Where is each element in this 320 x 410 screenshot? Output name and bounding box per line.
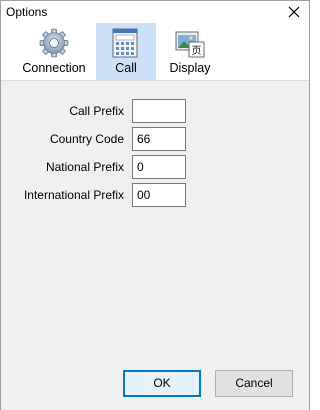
- country-code-row: Country Code: [1, 127, 309, 151]
- international-prefix-row: International Prefix: [1, 183, 309, 207]
- cancel-button[interactable]: Cancel: [215, 370, 293, 397]
- calculator-icon: [112, 28, 138, 58]
- tab-call[interactable]: Call: [96, 23, 156, 80]
- title-bar: Options: [1, 1, 309, 23]
- national-prefix-label: National Prefix: [45, 160, 124, 174]
- national-prefix-input[interactable]: [132, 155, 186, 179]
- call-prefix-row: Call Prefix: [1, 99, 309, 123]
- call-prefix-input[interactable]: [132, 99, 186, 123]
- tab-label: Display: [169, 61, 211, 75]
- tab-display[interactable]: 页 Display: [160, 23, 220, 80]
- international-prefix-input[interactable]: [132, 183, 186, 207]
- national-prefix-row: National Prefix: [1, 155, 309, 179]
- ok-button[interactable]: OK: [123, 370, 201, 397]
- display-icon: 页: [175, 31, 205, 58]
- call-prefix-label: Call Prefix: [69, 104, 124, 118]
- country-code-label: Country Code: [49, 132, 124, 146]
- category-toolbar: Connection Call 页 Display: [1, 23, 309, 80]
- country-code-input[interactable]: [132, 127, 186, 151]
- tab-label: Connection: [22, 61, 86, 75]
- options-dialog: Options Connection Call 页 Display Call P…: [0, 0, 310, 410]
- tab-label: Call: [115, 61, 137, 75]
- window-title: Options: [6, 5, 48, 19]
- tab-connection[interactable]: Connection: [16, 23, 92, 80]
- close-icon: [288, 6, 300, 18]
- international-prefix-label: International Prefix: [23, 188, 124, 202]
- gear-icon: [39, 28, 69, 58]
- close-button[interactable]: [279, 1, 309, 23]
- svg-text:页: 页: [192, 45, 202, 57]
- call-settings-panel: Call Prefix Country Code National Prefix…: [1, 80, 309, 410]
